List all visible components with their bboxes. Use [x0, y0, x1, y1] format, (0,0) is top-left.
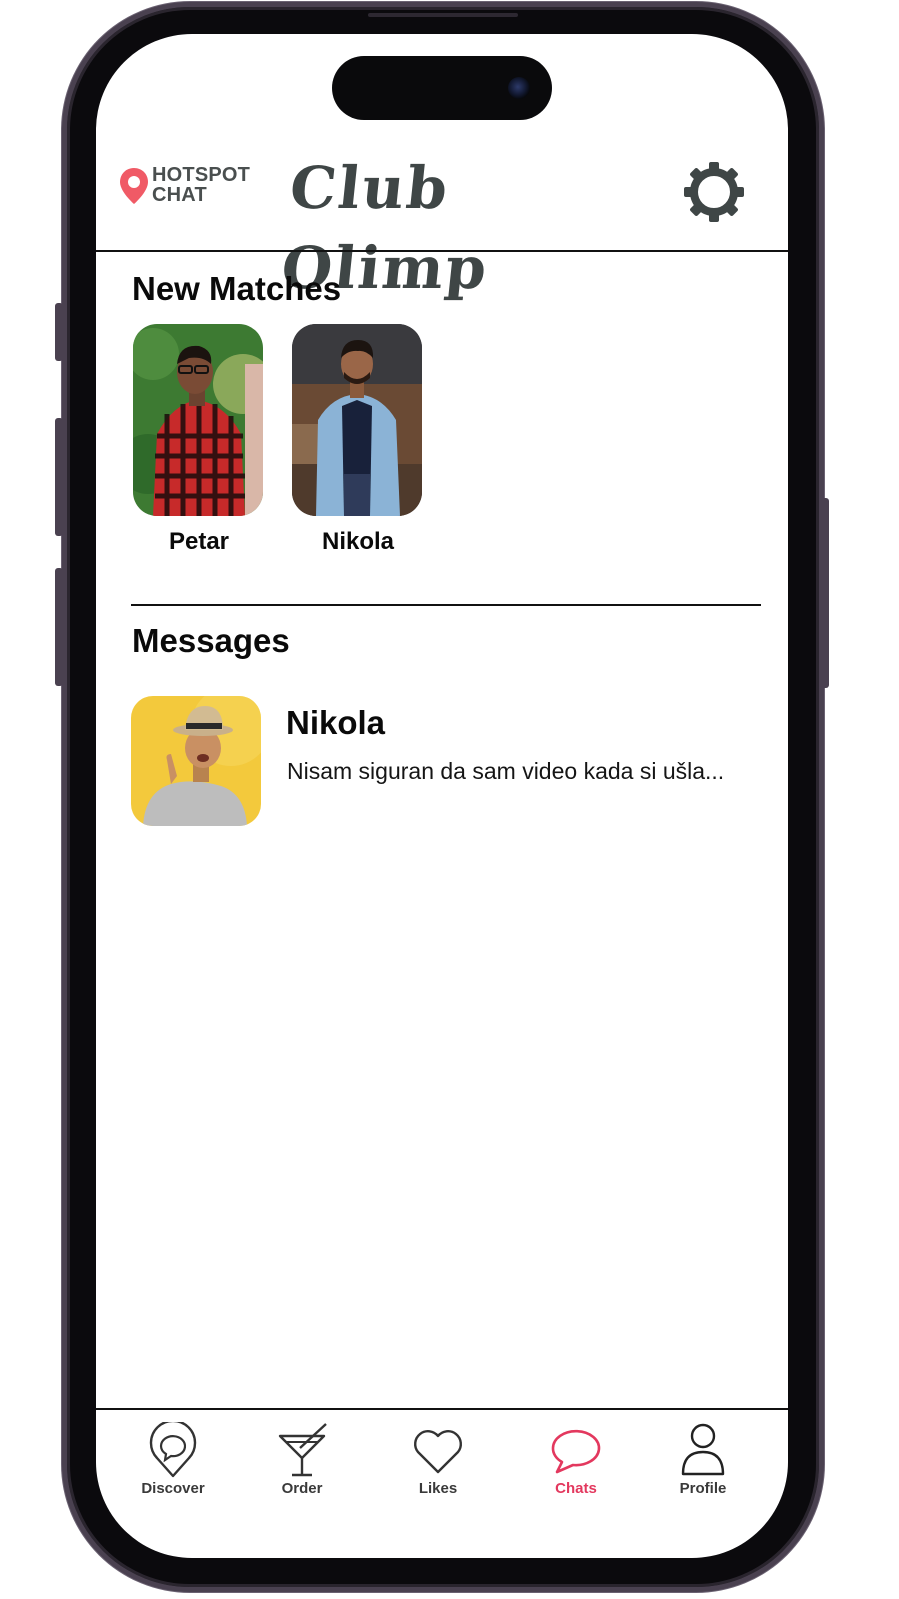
match-card[interactable]: Petar	[133, 324, 265, 556]
brand-line-1: HOTSPOT	[152, 164, 251, 186]
nav-label: Order	[281, 1480, 323, 1497]
nav-label: Chats	[555, 1480, 597, 1497]
messages-title: Messages	[132, 622, 290, 659]
action-button	[55, 303, 63, 361]
app-screen: HOTSPOT CHAT Club Olimp New Matches Peta…	[96, 34, 788, 1558]
match-photo	[133, 324, 263, 516]
new-matches-title: New Matches	[132, 270, 342, 307]
message-sender-name: Nikola	[286, 704, 386, 741]
chat-pin-icon	[149, 1422, 197, 1478]
nav-label: Likes	[418, 1480, 458, 1497]
nav-item-order[interactable]: Order	[247, 1422, 357, 1497]
front-camera	[508, 77, 530, 99]
location-pin-icon	[120, 168, 148, 204]
nav-item-discover[interactable]: Discover	[118, 1422, 228, 1497]
volume-up-button	[55, 418, 63, 536]
app-header: HOTSPOT CHAT Club Olimp	[96, 144, 788, 302]
nav-item-chats[interactable]: Chats	[521, 1422, 631, 1497]
message-item[interactable]: Nikola Nisam siguran da sam video kada s…	[131, 694, 761, 826]
nav-item-profile[interactable]: Profile	[648, 1422, 758, 1497]
brand-line-2: CHAT	[152, 184, 207, 206]
nav-label: Discover	[141, 1480, 205, 1497]
match-photo	[292, 324, 422, 516]
cocktail-icon	[278, 1423, 327, 1477]
header-divider	[96, 250, 788, 252]
match-name: Nikola	[321, 528, 395, 555]
power-button	[821, 498, 829, 688]
nav-item-likes[interactable]: Likes	[383, 1422, 493, 1497]
dynamic-island	[332, 56, 552, 120]
message-preview: Nisam siguran da sam video kada si ušla.…	[287, 758, 725, 784]
volume-down-button	[55, 568, 63, 686]
nav-divider	[96, 1408, 788, 1410]
avatar	[131, 696, 261, 826]
gear-icon	[684, 162, 744, 222]
settings-button[interactable]	[682, 160, 746, 224]
match-card[interactable]: Nikola	[292, 324, 424, 556]
chat-bubble-icon	[551, 1429, 601, 1474]
user-icon	[681, 1423, 725, 1476]
heart-icon	[414, 1430, 462, 1474]
brand-logo-text: HOTSPOT CHAT	[152, 165, 262, 205]
match-name: Petar	[168, 528, 230, 555]
section-divider	[131, 604, 761, 606]
nav-label: Profile	[679, 1480, 727, 1497]
earpiece-speaker	[368, 13, 518, 17]
bottom-nav: Discover Order Likes Chats Profile	[96, 1414, 788, 1514]
